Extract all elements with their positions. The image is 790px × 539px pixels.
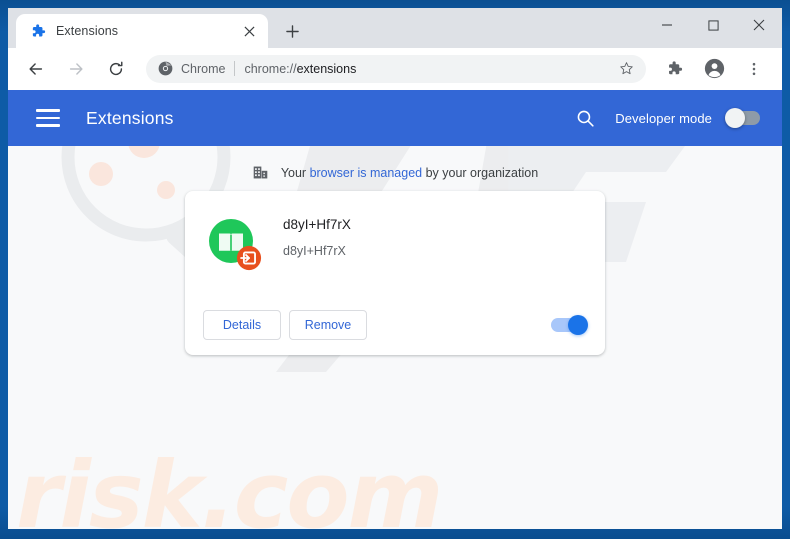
extensions-button[interactable] xyxy=(659,54,689,84)
close-button[interactable] xyxy=(736,8,782,42)
extension-description: d8yI+Hf7rX xyxy=(283,244,346,258)
browser-window: Extensions Chrome chrome://extensions ri… xyxy=(8,8,782,529)
managed-text-before: Your xyxy=(280,165,310,180)
browser-menu-button[interactable] xyxy=(739,54,769,84)
chrome-logo-icon xyxy=(158,61,173,76)
omnibox-scheme-label: Chrome xyxy=(181,61,226,76)
tab-extensions[interactable]: Extensions xyxy=(16,14,268,48)
extension-enabled-toggle[interactable] xyxy=(551,315,588,335)
extension-name: d8yI+Hf7rX xyxy=(283,217,351,232)
extension-icon-wrapper xyxy=(207,217,262,271)
managed-link[interactable]: browser is managed xyxy=(310,166,423,180)
managed-banner: Your browser is managed by your organiza… xyxy=(8,146,782,191)
window-frame: Extensions Chrome chrome://extensions ri… xyxy=(0,0,790,539)
search-icon[interactable] xyxy=(576,109,595,128)
new-tab-button[interactable] xyxy=(278,17,306,45)
developer-mode-label: Developer mode xyxy=(615,110,712,126)
back-arrow-icon xyxy=(29,62,43,75)
details-button[interactable]: Details xyxy=(203,310,281,340)
extensions-list: d8yI+Hf7rX d8yI+Hf7rX Details Remove xyxy=(8,191,782,355)
back-button[interactable] xyxy=(21,54,51,84)
omnibox-divider xyxy=(234,61,236,76)
extension-card-top: d8yI+Hf7rX d8yI+Hf7rX xyxy=(185,191,605,271)
star-icon[interactable] xyxy=(614,57,638,81)
managed-text: Your browser is managed by your organiza… xyxy=(281,166,538,180)
reload-icon xyxy=(109,61,123,75)
maximize-button[interactable] xyxy=(690,8,736,42)
organization-building-icon xyxy=(253,166,268,179)
extensions-header: Extensions Developer mode xyxy=(8,90,782,146)
page-title: Extensions xyxy=(86,107,174,128)
three-dot-menu-icon xyxy=(752,62,756,75)
tab-title: Extensions xyxy=(56,24,119,38)
watermark-text: risk.com xyxy=(16,442,443,529)
managed-text-after: by your organization xyxy=(422,165,539,180)
extension-card-actions: Details Remove xyxy=(185,295,605,355)
tab-strip: Extensions xyxy=(8,8,782,48)
tab-close-icon[interactable] xyxy=(240,22,258,40)
address-bar[interactable]: Chrome chrome://extensions xyxy=(146,54,646,83)
extensions-page: risk.com Extensions Developer mode Your … xyxy=(8,90,782,529)
profile-button[interactable] xyxy=(699,54,729,84)
extension-card: d8yI+Hf7rX d8yI+Hf7rX Details Remove xyxy=(185,191,605,355)
hamburger-menu-icon[interactable] xyxy=(36,109,60,127)
omnibox-url-suffix: extensions xyxy=(296,61,357,76)
window-controls xyxy=(644,8,782,42)
forward-arrow-icon xyxy=(69,62,83,75)
puzzle-piece-icon xyxy=(32,24,46,37)
extension-meta: d8yI+Hf7rX d8yI+Hf7rX xyxy=(283,213,351,265)
header-actions: Developer mode xyxy=(576,108,760,128)
browser-toolbar: Chrome chrome://extensions xyxy=(8,48,782,90)
developer-mode-toggle[interactable] xyxy=(725,108,760,128)
puzzle-piece-icon xyxy=(668,61,682,75)
sideload-arrow-icon xyxy=(236,245,262,271)
omnibox-url: chrome://extensions xyxy=(244,62,356,76)
omnibox-url-prefix: chrome:// xyxy=(244,61,297,76)
account-avatar-icon xyxy=(704,58,724,79)
forward-button[interactable] xyxy=(61,54,91,84)
remove-button[interactable]: Remove xyxy=(289,310,367,340)
minimize-button[interactable] xyxy=(644,8,690,42)
reload-button[interactable] xyxy=(101,54,131,84)
